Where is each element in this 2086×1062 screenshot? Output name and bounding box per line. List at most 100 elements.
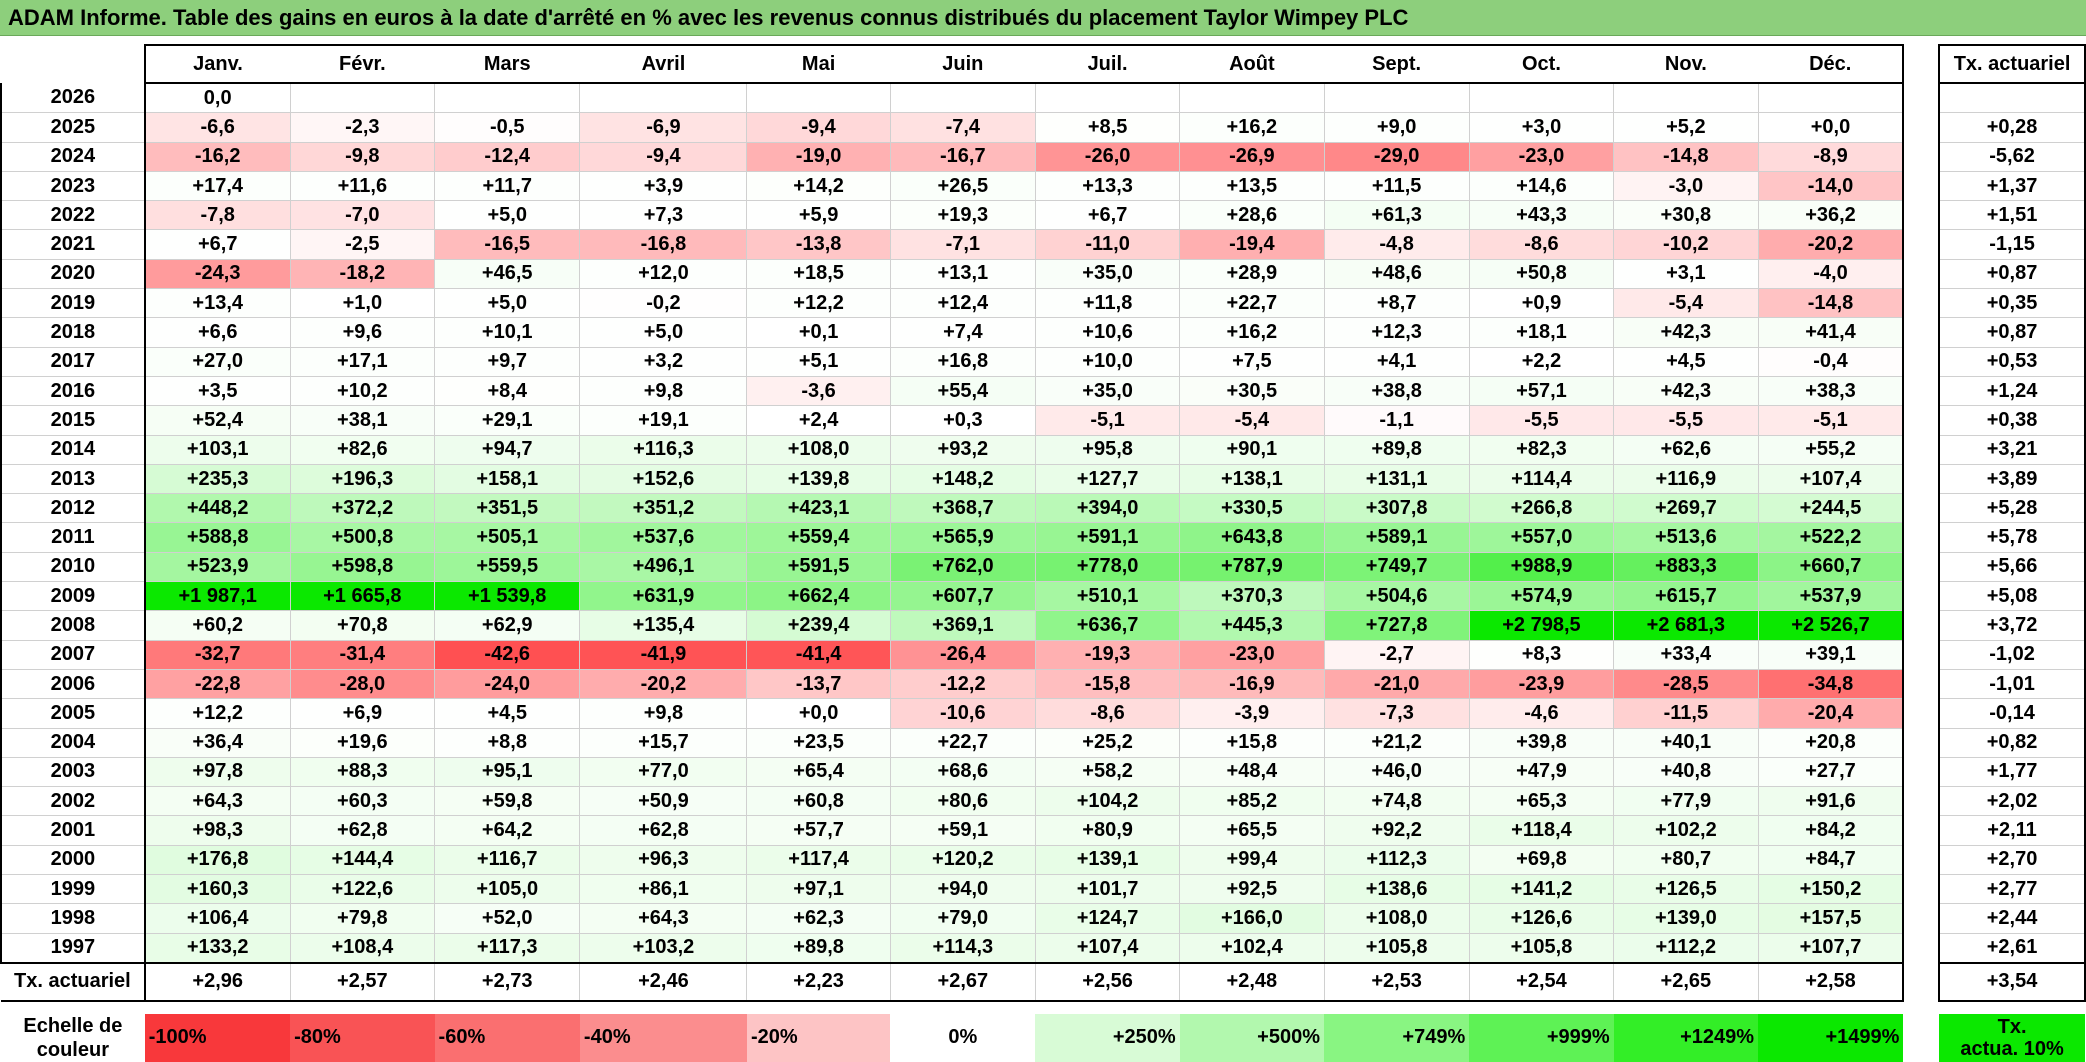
gain-cell: -23,9 (1468, 668, 1615, 700)
gain-cell: +591,5 (746, 551, 891, 583)
year-label: 2007 (0, 640, 146, 670)
gain-cell: +4,1 (1323, 346, 1470, 377)
gain-cell: +57,7 (746, 815, 891, 846)
month-header-10: Oct. (1469, 44, 1614, 84)
gain-cell: +131,1 (1323, 463, 1470, 495)
gain-cell: +589,1 (1323, 522, 1470, 553)
gap-cell (1903, 142, 1940, 172)
rate-cell: +2,70 (1938, 844, 2086, 876)
gain-cell: +0,1 (746, 317, 891, 348)
gain-cell: +370,3 (1179, 581, 1325, 612)
color-scale-swatch: +250% (1035, 1013, 1180, 1062)
gain-cell: -0,5 (434, 112, 581, 143)
gain-cell: +127,7 (1034, 463, 1181, 495)
gain-cell: +6,7 (143, 229, 291, 260)
month-header-11: Nov. (1613, 44, 1759, 84)
table-row: 1997 +133,2 +108,4 +117,3 +103,2 +89,8 +114,3 +… (0, 932, 2086, 964)
gain-cell: +14,6 (1468, 170, 1615, 202)
gain-cell: +1 987,1 (143, 581, 291, 612)
gain-cell: +144,4 (289, 844, 436, 876)
gain-cell: +102,4 (1179, 932, 1325, 964)
gain-cell: +126,5 (1613, 874, 1759, 905)
gain-cell: +65,5 (1179, 815, 1325, 846)
year-label: 2022 (0, 200, 146, 231)
gain-cell: +537,9 (1757, 581, 1905, 612)
gain-cell: +150,2 (1757, 874, 1905, 905)
gain-cell: +79,0 (889, 903, 1036, 934)
month-header-9: Sept. (1324, 44, 1470, 84)
table-row: 2011 +588,8 +500,8 +505,1 +537,6 +559,4 +565,9… (0, 522, 2086, 553)
gain-cell: +89,8 (746, 932, 891, 964)
gap-cell (1903, 259, 1940, 289)
gain-cell: +160,3 (143, 874, 291, 905)
gain-cell: +62,9 (434, 610, 581, 641)
year-label: 2003 (0, 757, 146, 788)
gain-cell: +8,5 (1034, 112, 1181, 143)
gain-cell: +5,9 (746, 200, 891, 231)
gain-cell: -0,4 (1757, 346, 1905, 377)
total-cell: +2,46 (579, 961, 748, 1002)
rate-cell: +5,28 (1938, 493, 2086, 524)
gain-cell: +12,4 (889, 288, 1036, 319)
gain-cell: +97,1 (746, 874, 891, 905)
gain-cell: -12,2 (889, 668, 1036, 700)
gap-cell (1903, 728, 1940, 758)
gain-cell: -7,8 (143, 200, 291, 231)
gain-cell: +79,8 (289, 903, 436, 934)
gain-cell: -5,1 (1757, 405, 1905, 436)
gain-cell: +3,0 (1468, 112, 1615, 143)
gain-cell: +7,4 (889, 317, 1036, 348)
gain-cell: +19,6 (289, 727, 436, 758)
gain-cell: -42,6 (434, 639, 581, 670)
table-row: 2009 +1 987,1 +1 665,8 +1 539,8 +631,9 +662,4… (0, 581, 2086, 612)
gain-cell: -31,4 (289, 639, 436, 670)
rate-cell: +0,87 (1938, 317, 2086, 348)
year-label: 2016 (0, 376, 146, 407)
gain-cell: +62,6 (1613, 434, 1759, 465)
gain-cell: -16,7 (889, 141, 1036, 172)
gain-cell: +139,8 (746, 463, 891, 495)
gains-table-wrapper: Janv. Févr. Mars Avril Mai Juin Juil. Août Sept.… (0, 44, 2086, 1062)
gain-cell: -3,9 (1179, 698, 1325, 729)
gain-cell: +9,8 (579, 375, 748, 407)
gain-cell: +138,1 (1179, 463, 1325, 495)
gain-cell: +394,0 (1034, 493, 1181, 524)
gain-cell: +16,2 (1179, 112, 1325, 143)
color-scale-swatch: +500% (1179, 1013, 1324, 1062)
gain-cell: +13,4 (143, 288, 291, 319)
rate-cell: -1,15 (1938, 229, 2086, 260)
gain-cell: +22,7 (1179, 288, 1325, 319)
gain-cell: +591,1 (1034, 522, 1181, 553)
year-label: 2020 (0, 259, 146, 290)
table-row: 2010 +523,9 +598,8 +559,5 +496,1 +591,5 +762,0… (0, 551, 2086, 583)
gap-cell (1903, 45, 1940, 83)
year-label: 2004 (0, 728, 146, 758)
gain-cell: +139,1 (1034, 844, 1181, 876)
gain-cell: -19,4 (1179, 229, 1325, 260)
rate-cell: -5,62 (1938, 141, 2086, 172)
rate-cell (1938, 82, 2086, 114)
table-row: 2021 +6,7 -2,5 -16,5 -16,8 -13,8 -7,1 -11,0 -19,… (0, 229, 2086, 260)
gain-cell: +30,5 (1179, 375, 1325, 407)
gain-cell: -6,6 (143, 112, 291, 143)
gain-cell: +9,7 (434, 346, 581, 377)
gain-cell: +90,1 (1179, 434, 1325, 465)
year-label: 2010 (0, 552, 146, 583)
table-row: 2004 +36,4 +19,6 +8,8 +15,7 +23,5 +22,7 +25,2 +1… (0, 727, 2086, 758)
gain-cell (1323, 82, 1470, 114)
gain-cell: +85,2 (1179, 786, 1325, 817)
gain-cell (746, 82, 891, 114)
gain-cell: +96,3 (579, 844, 748, 876)
gain-cell: +8,3 (1468, 639, 1615, 670)
gain-cell: +643,8 (1179, 522, 1325, 553)
gain-cell: +176,8 (143, 844, 291, 876)
table-row: 2003 +97,8 +88,3 +95,1 +77,0 +65,4 +68,6 +58,2 +… (0, 756, 2086, 788)
gap-cell (1903, 522, 1940, 553)
gain-cell: +16,2 (1179, 317, 1325, 348)
gain-cell: +10,0 (1034, 346, 1181, 377)
year-label: 2015 (0, 405, 146, 436)
gain-cell: +10,6 (1034, 317, 1181, 348)
gain-cell (1468, 82, 1615, 114)
color-scale-swatch: -40% (579, 1013, 747, 1062)
gain-cell: +64,3 (579, 903, 748, 934)
